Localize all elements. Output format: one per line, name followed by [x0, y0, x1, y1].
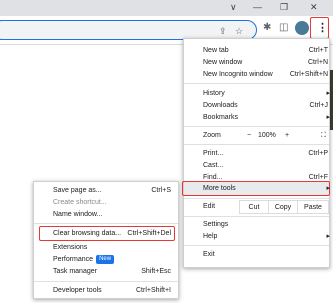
menu-item-label: New window	[203, 59, 243, 66]
chevron-right-icon: ▸	[326, 233, 330, 240]
restore-icon[interactable]: ❐	[280, 2, 288, 13]
paste-button[interactable]: Paste	[297, 200, 329, 214]
menu-item-more-tools[interactable]: More tools ▸	[203, 183, 330, 194]
menu-item-label: Create shortcut...	[53, 199, 107, 206]
menu-item-shortcut: Ctrl+Shift+N	[289, 71, 328, 78]
menu-item-label: Cast...	[203, 162, 224, 169]
menu-item-label: Performance	[53, 256, 94, 263]
submenu-item-extensions[interactable]: Extensions	[53, 242, 171, 253]
menu-separator	[184, 126, 329, 127]
menu-separator	[184, 245, 329, 246]
menu-item-label: More tools	[203, 185, 236, 192]
chevron-right-icon: ▸	[326, 185, 330, 192]
zoom-row: Zoom − 100% + ⛶	[203, 130, 328, 141]
extensions-icon[interactable]: ✱	[263, 22, 271, 33]
menu-item-shortcut: Ctrl+T	[308, 47, 328, 54]
menu-item-downloads[interactable]: Downloads Ctrl+J	[203, 100, 328, 111]
menu-separator	[184, 83, 329, 84]
close-icon[interactable]: ✕	[310, 2, 318, 13]
menu-item-shortcut: Ctrl+S	[151, 187, 171, 194]
submenu-item-clear-browsing-data[interactable]: Clear browsing data... Ctrl+Shift+Del	[53, 228, 171, 239]
address-bar[interactable]: ⇪ ☆	[0, 20, 257, 40]
menu-item-shortcut: Shift+Esc	[141, 268, 171, 275]
submenu-item-performance[interactable]: Performance New	[53, 254, 171, 265]
zoom-label: Zoom	[203, 132, 221, 139]
copy-button[interactable]: Copy	[268, 200, 298, 214]
zoom-in-button[interactable]: +	[285, 130, 289, 141]
minimize-icon[interactable]: —	[253, 2, 262, 12]
bookmark-star-icon[interactable]: ☆	[235, 26, 243, 37]
menu-item-shortcut: Ctrl+J	[309, 102, 328, 109]
chevron-down-icon[interactable]: ∨	[230, 2, 237, 13]
menu-item-new-window[interactable]: New window Ctrl+N	[203, 57, 328, 68]
menu-item-label: Downloads	[203, 102, 238, 109]
profile-avatar[interactable]	[295, 21, 309, 35]
menu-item-exit[interactable]: Exit	[203, 249, 328, 260]
menu-item-label: History	[203, 90, 225, 97]
edit-row: Edit Cut Copy Paste	[203, 200, 329, 214]
share-icon[interactable]: ⇪	[219, 26, 227, 37]
menu-item-label: Task manager	[53, 268, 97, 275]
menu-item-shortcut: Ctrl+N	[307, 59, 328, 66]
menu-item-label: Bookmarks	[203, 114, 239, 121]
menu-item-label: Settings	[203, 221, 229, 228]
submenu-item-create-shortcut: Create shortcut...	[53, 197, 171, 208]
zoom-out-button[interactable]: −	[247, 130, 251, 141]
menu-item-cast[interactable]: Cast...	[203, 160, 328, 171]
menu-separator	[34, 281, 178, 282]
menu-item-print[interactable]: Print... Ctrl+P	[203, 148, 328, 159]
menu-separator	[34, 223, 178, 224]
fullscreen-icon[interactable]: ⛶	[321, 130, 326, 141]
chrome-main-menu: New tab Ctrl+T New window Ctrl+N New Inc…	[182, 38, 330, 268]
cut-button[interactable]: Cut	[239, 200, 269, 214]
menu-separator	[184, 198, 329, 199]
submenu-item-developer-tools[interactable]: Developer tools Ctrl+Shift+I	[53, 285, 171, 296]
more-tools-submenu: Save page as... Ctrl+S Create shortcut..…	[33, 181, 179, 299]
zoom-value: 100%	[258, 132, 276, 139]
submenu-item-save-page-as[interactable]: Save page as... Ctrl+S	[53, 185, 171, 196]
menu-item-history[interactable]: History ▸	[203, 88, 330, 99]
submenu-item-task-manager[interactable]: Task manager Shift+Esc	[53, 266, 171, 277]
menu-item-settings[interactable]: Settings	[203, 219, 328, 230]
menu-item-label-wrap: Performance New	[53, 254, 115, 265]
menu-item-help[interactable]: Help ▸	[203, 231, 330, 242]
edit-label: Edit	[203, 203, 216, 210]
menu-item-new-incognito-window[interactable]: New Incognito window Ctrl+Shift+N	[203, 69, 328, 80]
menu-item-bookmarks[interactable]: Bookmarks ▸	[203, 112, 330, 123]
new-badge: New	[96, 254, 115, 264]
chevron-right-icon: ▸	[326, 90, 330, 97]
submenu-item-name-window[interactable]: Name window...	[53, 209, 171, 220]
menu-button-highlight-box	[310, 17, 329, 39]
menu-item-label: Help	[203, 233, 218, 240]
menu-item-shortcut: Ctrl+Shift+Del	[127, 230, 171, 237]
menu-item-label: Save page as...	[53, 187, 102, 194]
menu-item-label: New Incognito window	[203, 71, 273, 78]
side-panel-icon[interactable]: ◫	[279, 22, 288, 33]
title-bar: ∨ — ❐ ✕	[0, 0, 333, 16]
menu-item-label: Clear browsing data...	[53, 230, 122, 237]
menu-item-label: Developer tools	[53, 287, 102, 294]
menu-item-label: New tab	[203, 47, 229, 54]
menu-separator	[184, 144, 329, 145]
menu-item-shortcut: Ctrl+Shift+I	[135, 287, 171, 294]
menu-item-label: Extensions	[53, 244, 88, 251]
menu-separator	[184, 216, 329, 217]
menu-item-label: Print...	[203, 150, 224, 157]
menu-item-new-tab[interactable]: New tab Ctrl+T	[203, 45, 328, 56]
menu-item-label: Exit	[203, 251, 215, 258]
menu-item-label: Name window...	[53, 211, 103, 218]
menu-item-shortcut: Ctrl+P	[308, 150, 328, 157]
chevron-right-icon: ▸	[326, 114, 330, 121]
